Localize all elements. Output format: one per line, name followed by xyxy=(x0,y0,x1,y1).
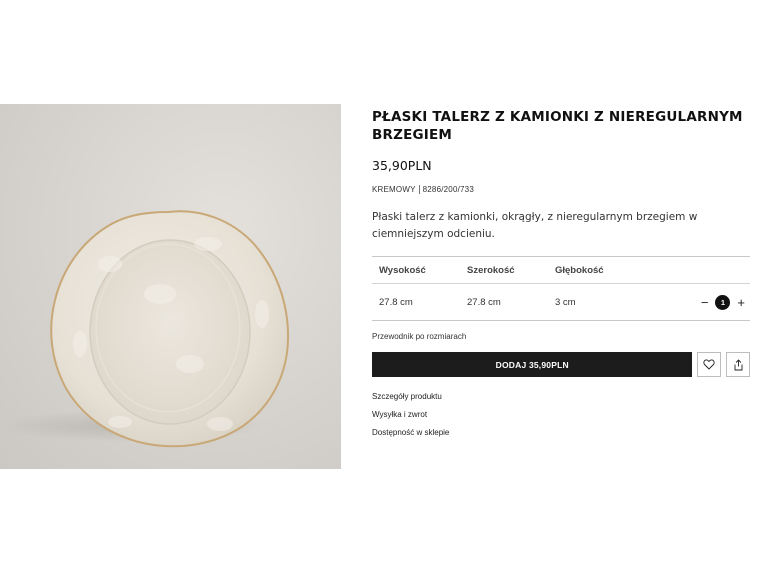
wishlist-button[interactable] xyxy=(697,352,722,377)
dimension-header-width: Szerokość xyxy=(467,264,515,276)
quantity-increase-button[interactable]: + xyxy=(737,296,745,309)
dimension-header-depth: Głębokość xyxy=(555,264,604,276)
heart-icon xyxy=(703,359,715,370)
shipping-returns-link[interactable]: Wysyłka i zwrot xyxy=(372,410,750,419)
add-to-cart-button[interactable]: DODAJ 35,90PLN xyxy=(372,352,693,377)
purchase-actions: DODAJ 35,90PLN xyxy=(372,352,751,377)
product-image[interactable] xyxy=(0,104,341,469)
product-color: KREMOWY xyxy=(372,185,416,194)
quantity-stepper: − 1 + xyxy=(701,294,745,310)
dimension-value-width: 27.8 cm xyxy=(467,296,501,308)
dimensions-header-row: Wysokość Szerokość Głębokość xyxy=(372,257,750,284)
size-guide-link[interactable]: Przewodnik po rozmiarach xyxy=(372,332,750,341)
product-price: 35,90PLN xyxy=(372,158,432,173)
product-details-link[interactable]: Szczegóły produktu xyxy=(372,392,750,401)
quantity-decrease-button[interactable]: − xyxy=(701,296,709,309)
dimension-header-height: Wysokość xyxy=(379,264,426,276)
dimension-value-height: 27.8 cm xyxy=(379,296,413,308)
product-description: Płaski talerz z kamionki, okrągły, z nie… xyxy=(372,211,698,240)
product-title: PŁASKI TALERZ Z KAMIONKI Z NIEREGULARNYM… xyxy=(372,109,743,143)
share-button[interactable] xyxy=(726,352,751,377)
meta-divider xyxy=(418,185,420,194)
plate-illustration xyxy=(0,210,290,448)
product-reference: 8286/200/733 xyxy=(422,185,474,194)
dimensions-table: Wysokość Szerokość Głębokość 27.8 cm 27.… xyxy=(372,256,750,321)
product-meta: KREMOWY 8286/200/733 xyxy=(372,185,750,194)
info-links: Szczegóły produktu Wysyłka i zwrot Dostę… xyxy=(372,392,750,437)
product-info: PŁASKI TALERZ Z KAMIONKI Z NIEREGULARNYM… xyxy=(372,108,751,437)
dimension-value-depth: 3 cm xyxy=(555,296,576,308)
store-availability-link[interactable]: Dostępność w sklepie xyxy=(372,428,750,437)
quantity-value: 1 xyxy=(715,294,731,310)
dimensions-value-row: 27.8 cm 27.8 cm 3 cm − 1 + xyxy=(372,284,750,320)
share-icon xyxy=(734,358,743,370)
